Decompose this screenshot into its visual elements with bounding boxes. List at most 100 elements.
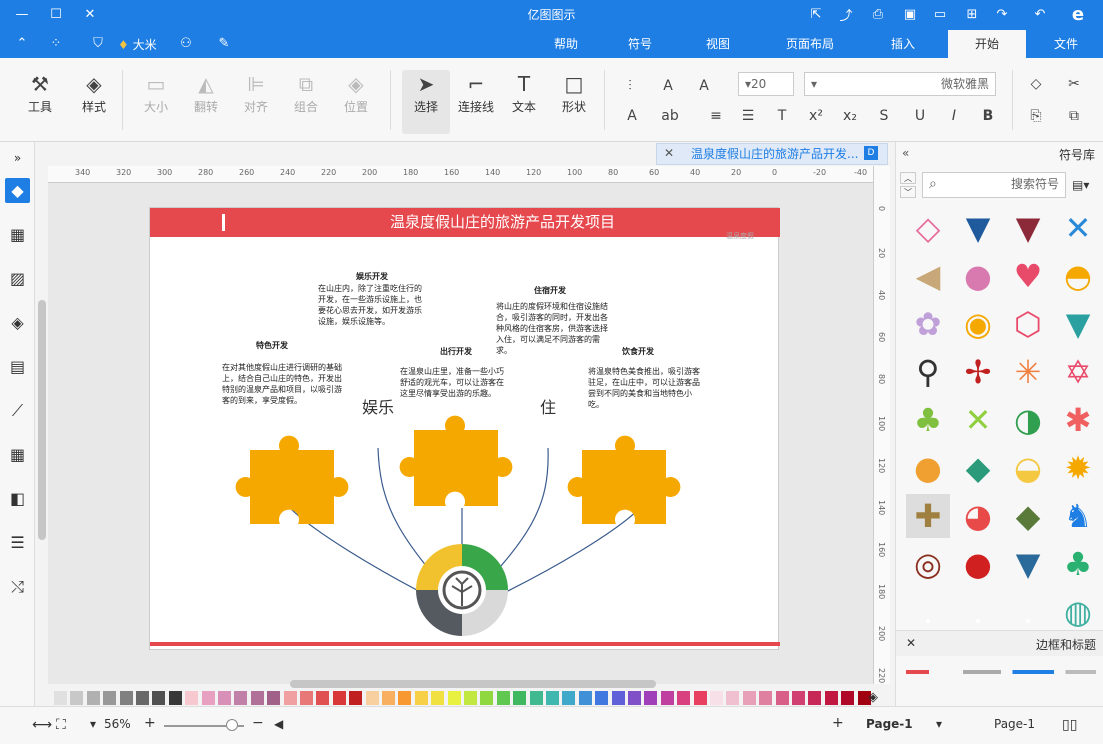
share-icon[interactable]: ⇱: [806, 5, 826, 23]
connections-icon[interactable]: ⚇: [176, 34, 196, 52]
symbol-item[interactable]: ✢: [956, 350, 1000, 394]
symbol-item[interactable]: ✹: [1056, 446, 1100, 490]
symbol-item[interactable]: ♞: [1056, 494, 1100, 538]
library-menu-icon[interactable]: ▤▾: [1072, 178, 1089, 192]
shirt-icon[interactable]: ⛉: [88, 34, 108, 52]
feedback-icon[interactable]: ✎: [214, 34, 234, 52]
palette-swatch[interactable]: [841, 691, 855, 705]
document-icon[interactable]: ▤: [5, 354, 30, 379]
palette-swatch[interactable]: [562, 691, 576, 705]
add-page-icon[interactable]: +: [832, 715, 844, 731]
symbol-item[interactable]: ✿: [906, 302, 950, 346]
palette-swatch[interactable]: [759, 691, 773, 705]
symbol-item[interactable]: ▼: [956, 206, 1000, 250]
collapse-panel-icon[interactable]: «: [902, 146, 909, 160]
palette-swatch[interactable]: [775, 691, 789, 705]
text-direction-icon[interactable]: T: [772, 108, 792, 124]
vertical-scrollbar[interactable]: [38, 300, 46, 540]
select-button[interactable]: ➤ 选择: [402, 70, 450, 134]
symbol-item[interactable]: .: [956, 590, 1000, 634]
symbol-item[interactable]: ⚲: [906, 350, 950, 394]
palette-swatch[interactable]: [677, 691, 691, 705]
save-icon[interactable]: ▣: [900, 5, 920, 23]
symbol-item[interactable]: ✱: [1056, 398, 1100, 442]
palette-swatch[interactable]: [86, 691, 100, 705]
subscript-icon[interactable]: x₂: [840, 108, 860, 124]
palette-swatch[interactable]: [168, 691, 182, 705]
flip-button[interactable]: ◭ 翻转: [184, 70, 228, 134]
shrink-font-icon[interactable]: A: [658, 78, 678, 94]
palette-swatch[interactable]: [316, 691, 330, 705]
symbol-item[interactable]: ⬡: [1006, 302, 1050, 346]
organize-icon[interactable]: ◧: [5, 486, 30, 511]
grid-icon[interactable]: ▦: [5, 222, 30, 247]
position-button[interactable]: ◈ 位置: [334, 70, 378, 134]
collapse-ribbon-icon[interactable]: ⌃: [12, 34, 32, 52]
tab-help[interactable]: 帮助: [548, 30, 584, 58]
horizontal-scrollbar[interactable]: [290, 680, 656, 688]
new-icon[interactable]: ⊞: [962, 5, 982, 23]
palette-swatch[interactable]: [513, 691, 527, 705]
page-label[interactable]: Page-1: [994, 717, 1035, 731]
palette-swatch[interactable]: [54, 691, 67, 705]
size-button[interactable]: ▭ 大小: [134, 70, 178, 134]
symbol-item[interactable]: ●: [956, 254, 1000, 298]
zoom-slider-handle[interactable]: [226, 719, 238, 731]
superscript-icon[interactable]: x²: [806, 108, 826, 124]
palette-swatch[interactable]: [726, 691, 740, 705]
symbol-item[interactable]: ◆: [956, 446, 1000, 490]
palette-swatch[interactable]: [660, 691, 674, 705]
print-icon[interactable]: ⎙: [868, 5, 888, 23]
symbol-item[interactable]: .: [906, 590, 950, 634]
symbol-item[interactable]: ♥: [1006, 254, 1050, 298]
page-dropdown-icon[interactable]: ▾: [936, 717, 942, 731]
symbol-item[interactable]: ◍: [1056, 590, 1100, 634]
symbol-item[interactable]: ✕: [956, 398, 1000, 442]
section-header[interactable]: ✕ 边框和标题: [896, 630, 1103, 656]
palette-swatch[interactable]: [398, 691, 412, 705]
zoom-dropdown-icon[interactable]: ▾: [90, 717, 96, 731]
symbol-item[interactable]: ✚: [906, 494, 950, 538]
palette-swatch[interactable]: [546, 691, 559, 705]
symbol-item[interactable]: ◆: [1006, 494, 1050, 538]
font-color-icon[interactable]: A: [622, 108, 642, 124]
connector-button[interactable]: ⌐ 连接线: [452, 70, 500, 134]
symbol-item[interactable]: ◒: [1006, 446, 1050, 490]
palette-swatch[interactable]: [332, 691, 346, 705]
drawing-page[interactable]: 温泉度假山庄的旅游产品开发项目 温泉度假 娱乐开发 在山庄内，除了注重吃住行的开…: [149, 207, 780, 650]
symbol-item[interactable]: ▼: [1006, 542, 1050, 586]
tab-start[interactable]: 开始: [948, 30, 1026, 58]
symbol-item[interactable]: ◕: [956, 494, 1000, 538]
font-size-select[interactable]: 20 ▾: [738, 72, 794, 96]
fill-bucket-icon[interactable]: ◈: [868, 690, 878, 705]
zoom-out-icon[interactable]: −: [252, 715, 264, 731]
palette-swatch[interactable]: [267, 691, 281, 705]
palette-swatch[interactable]: [136, 691, 149, 705]
symbol-item[interactable]: ▼: [1006, 206, 1050, 250]
palette-swatch[interactable]: [480, 691, 494, 705]
symbol-item[interactable]: .: [1006, 590, 1050, 634]
symbol-item[interactable]: ●: [906, 446, 950, 490]
align-button[interactable]: ⊫ 对齐: [234, 70, 278, 134]
redo-icon[interactable]: ↷: [992, 5, 1012, 23]
symbol-item[interactable]: ✕: [1056, 206, 1100, 250]
paste-icon[interactable]: ⎘: [1026, 108, 1046, 124]
palette-swatch[interactable]: [365, 691, 379, 705]
clear-format-icon[interactable]: ⫶: [620, 78, 640, 94]
chart-icon[interactable]: ⟋: [5, 398, 30, 423]
tab-symbol[interactable]: 符号: [620, 30, 660, 58]
format-painter-icon[interactable]: ◇: [1026, 76, 1046, 92]
symbol-item[interactable]: ◑: [1006, 398, 1050, 442]
expand-icon[interactable]: »: [5, 146, 30, 171]
shape-button[interactable]: □ 形状: [552, 70, 596, 134]
palette-swatch[interactable]: [595, 691, 609, 705]
palette-swatch[interactable]: [103, 691, 117, 705]
apps-icon[interactable]: ⁘: [46, 34, 66, 52]
strikethrough-icon[interactable]: S: [874, 108, 894, 124]
palette-swatch[interactable]: [70, 691, 84, 705]
symbol-item[interactable]: ◇: [906, 206, 950, 250]
symbol-item[interactable]: ◎: [906, 542, 950, 586]
palette-swatch[interactable]: [824, 691, 838, 705]
image-icon[interactable]: ▨: [5, 266, 30, 291]
palette-swatch[interactable]: [300, 691, 313, 705]
